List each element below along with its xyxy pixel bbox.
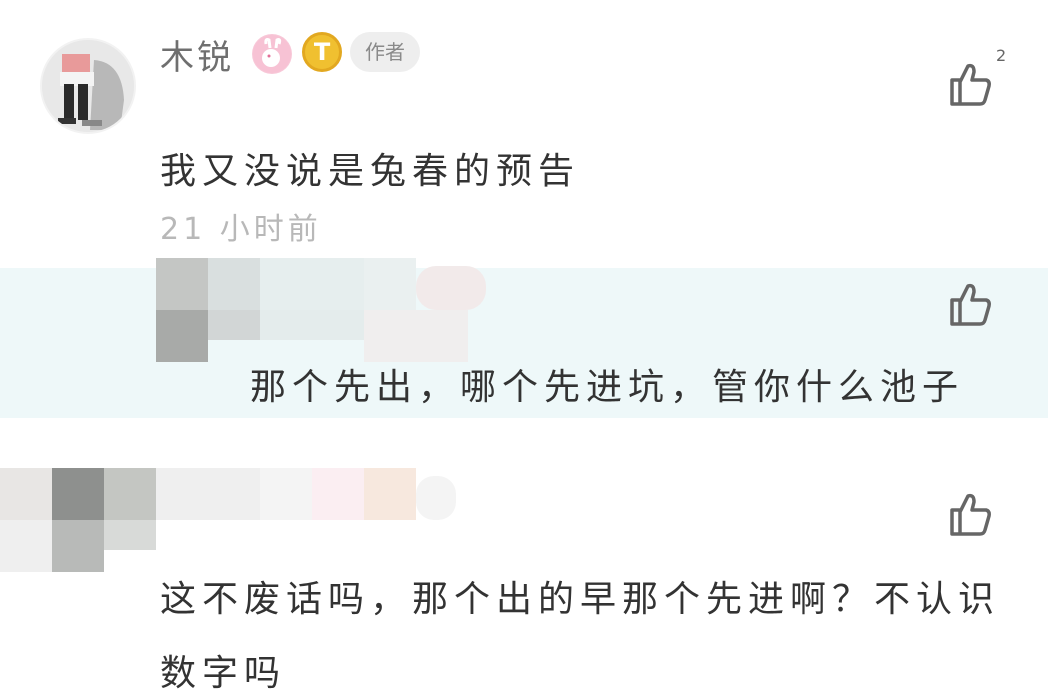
thumbs-up-icon[interactable]	[946, 280, 994, 328]
avatar[interactable]	[40, 38, 136, 134]
thumbs-up-icon[interactable]	[946, 60, 994, 108]
rabbit-badge-icon	[252, 34, 292, 74]
like-count: 2	[996, 46, 1007, 65]
comment-text: 我又没说是兔春的预告	[160, 151, 581, 192]
thumbs-up-icon[interactable]	[946, 490, 994, 538]
avatar-image	[42, 40, 134, 132]
reply-text: 那个先出，哪个先进坑，管你什么池子	[250, 367, 965, 408]
t-level-badge-icon: T	[302, 32, 342, 72]
reply-text-line1: 这不废话吗，那个出的早那个先进啊？不认识	[160, 579, 1001, 620]
timestamp: 21 小时前	[160, 212, 322, 247]
blurred-user-info	[156, 258, 492, 364]
username[interactable]: 木锐	[160, 30, 234, 79]
reply-text-line2: 数字吗	[160, 653, 287, 694]
author-tag: 作者	[350, 32, 420, 72]
